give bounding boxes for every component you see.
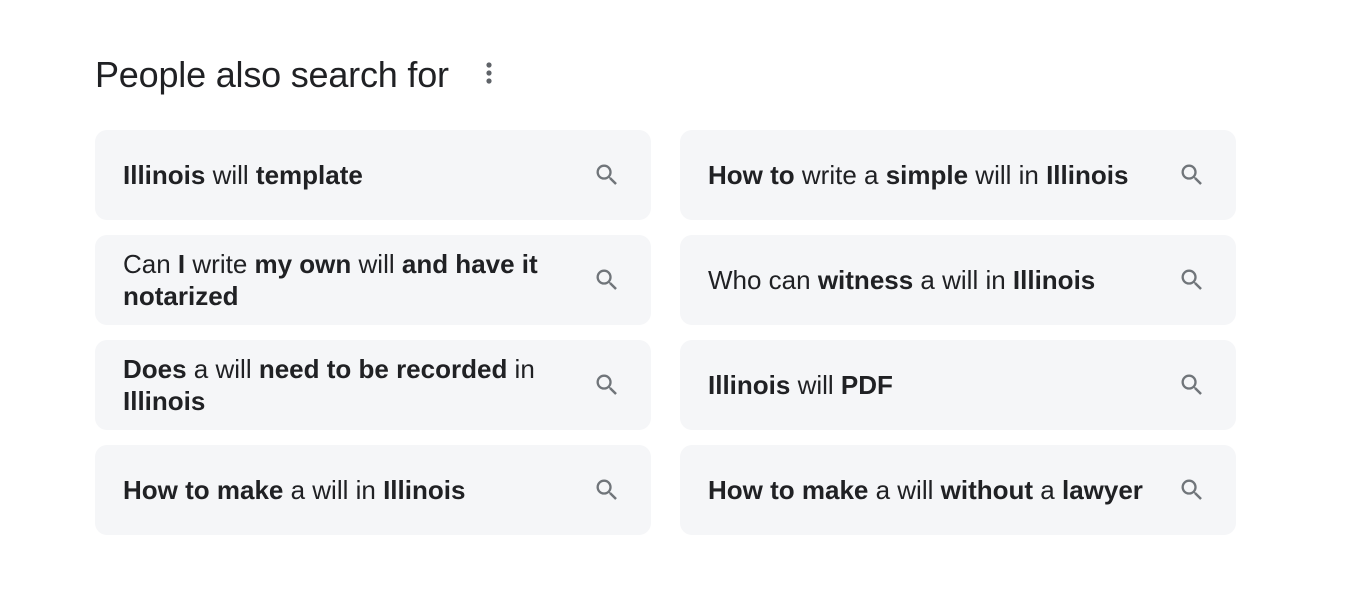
suggestion-plain-text: will in: [968, 160, 1047, 190]
section-title: People also search for: [95, 54, 449, 95]
suggestion-plain-text: write a: [794, 160, 886, 190]
search-icon: [593, 371, 621, 399]
suggestion-plain-text: Can: [123, 249, 178, 279]
suggestion-text: How to make a will in Illinois: [123, 474, 465, 506]
suggestion-text: How to make a will without a lawyer: [708, 474, 1143, 506]
suggestion-bold-text: Illinois: [383, 475, 466, 505]
search-icon: [593, 161, 621, 189]
suggestion-bold-text: need to be recorded: [258, 354, 508, 384]
suggestion-chip[interactable]: Illinois will PDF: [680, 340, 1236, 430]
suggestion-chip[interactable]: Who can witness a will in Illinois: [680, 235, 1236, 325]
suggestion-chip[interactable]: How to make a will in Illinois: [95, 445, 651, 535]
suggestion-plain-text: Who can: [708, 265, 818, 295]
suggestion-chip[interactable]: How to write a simple will in Illinois: [680, 130, 1236, 220]
suggestion-plain-text: will: [205, 160, 256, 190]
suggestion-bold-text: lawyer: [1061, 475, 1143, 505]
suggestion-text: Who can witness a will in Illinois: [708, 264, 1095, 296]
suggestion-bold-text: simple: [885, 160, 969, 190]
suggestion-bold-text: Illinois: [1012, 265, 1096, 295]
more-vert-icon: [486, 61, 492, 89]
suggestion-plain-text: a will in: [913, 265, 1013, 295]
suggestion-bold-text: Illinois: [123, 386, 206, 416]
suggestion-chip[interactable]: Illinois will template: [95, 130, 651, 220]
suggestion-text: Does a will need to be recorded in Illin…: [123, 353, 583, 417]
suggestion-plain-text: will: [351, 249, 402, 279]
suggestion-plain-text: a will in: [283, 475, 384, 505]
suggestion-text: Can I write my own will and have it nota…: [123, 248, 583, 312]
search-icon: [1178, 161, 1206, 189]
suggestion-text: Illinois will template: [123, 159, 363, 191]
suggestion-bold-text: Illinois: [708, 370, 791, 400]
suggestion-plain-text: write: [185, 249, 255, 279]
suggestion-bold-text: Illinois: [1046, 160, 1129, 190]
section-header: People also search for: [95, 52, 507, 98]
suggestion-bold-text: template: [255, 160, 363, 190]
suggestion-bold-text: my own: [254, 249, 352, 279]
suggestion-bold-text: Illinois: [123, 160, 206, 190]
suggestion-bold-text: without: [940, 475, 1034, 505]
suggestion-bold-text: How to: [708, 160, 795, 190]
search-icon: [1178, 476, 1206, 504]
search-icon: [1178, 266, 1206, 294]
suggestion-plain-text: will: [790, 370, 841, 400]
suggestion-text: Illinois will PDF: [708, 369, 893, 401]
suggestion-chip[interactable]: Can I write my own will and have it nota…: [95, 235, 651, 325]
suggestion-plain-text: a will: [868, 475, 941, 505]
suggestion-text: How to write a simple will in Illinois: [708, 159, 1128, 191]
search-icon: [593, 266, 621, 294]
suggestion-bold-text: How to make: [123, 475, 284, 505]
suggestion-bold-text: How to make: [708, 475, 869, 505]
suggestions-grid: Illinois will template How to write a si…: [95, 130, 1236, 535]
suggestion-bold-text: witness: [817, 265, 914, 295]
suggestion-bold-text: Does: [123, 354, 187, 384]
suggestion-plain-text: in: [507, 354, 535, 384]
suggestion-plain-text: a: [1033, 475, 1062, 505]
suggestion-bold-text: PDF: [840, 370, 893, 400]
suggestion-chip[interactable]: How to make a will without a lawyer: [680, 445, 1236, 535]
suggestion-plain-text: a will: [186, 354, 259, 384]
more-options-button[interactable]: [471, 57, 507, 93]
suggestion-chip[interactable]: Does a will need to be recorded in Illin…: [95, 340, 651, 430]
search-icon: [1178, 371, 1206, 399]
search-icon: [593, 476, 621, 504]
